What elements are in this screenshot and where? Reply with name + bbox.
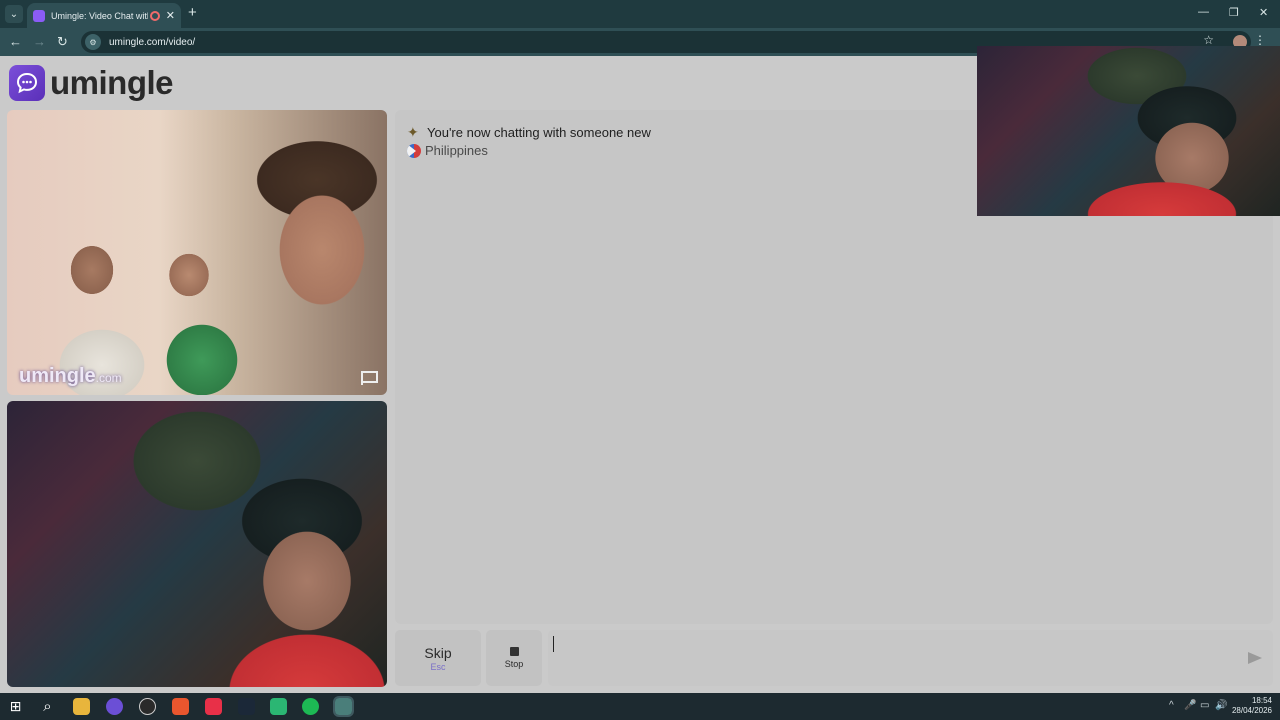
url-text: umingle.com/video/: [109, 36, 196, 48]
chrome-icon[interactable]: [333, 696, 354, 717]
browser-tab[interactable]: Umingle: Video Chat with S ✕: [27, 3, 181, 28]
back-icon[interactable]: ←: [9, 34, 22, 50]
tray-overflow-icon[interactable]: ^: [1169, 700, 1174, 711]
browser-profile-icon[interactable]: [106, 698, 123, 715]
forward-icon[interactable]: →: [33, 34, 46, 50]
spotify-icon[interactable]: [302, 698, 319, 715]
umingle-favicon-icon: [33, 9, 45, 22]
stranger-video: umingle.com: [7, 110, 387, 395]
steam-icon[interactable]: [238, 698, 255, 715]
umingle-watermark: umingle.com: [19, 365, 122, 388]
window-close-icon[interactable]: ✕: [1259, 6, 1268, 19]
sparkle-icon: ✦: [407, 124, 419, 140]
logo-text: umingle: [50, 64, 174, 101]
system-message: ✦ You're now chatting with someone new: [407, 124, 651, 141]
tab-search-icon[interactable]: ⌄: [5, 5, 23, 23]
skip-shortcut: Esc: [430, 661, 446, 672]
chat-bubble-logo-icon: [9, 65, 45, 101]
app-icon[interactable]: [270, 698, 287, 715]
search-icon[interactable]: ⌕: [39, 698, 56, 715]
stop-label: Stop: [504, 659, 524, 669]
message-input[interactable]: [548, 630, 1273, 686]
brave-icon[interactable]: [172, 698, 189, 715]
windows-taskbar: ⊞ ⌕ ^ 🎤 ▭ 🔊 18:54 28/04/2026: [0, 693, 1280, 720]
network-icon[interactable]: ▭: [1200, 700, 1209, 711]
reload-icon[interactable]: ↻: [57, 34, 68, 50]
restore-icon[interactable]: ❐: [1229, 6, 1239, 19]
obs-icon[interactable]: [139, 698, 156, 715]
philippines-flag-icon: [407, 143, 421, 158]
status-message-text: You're now chatting with someone new: [427, 125, 651, 140]
text-cursor: [553, 636, 554, 652]
report-flag-icon[interactable]: [361, 371, 378, 385]
system-clock[interactable]: 18:54 28/04/2026: [1232, 696, 1272, 716]
picture-in-picture-video[interactable]: [977, 46, 1280, 216]
site-logo[interactable]: umingle: [9, 64, 174, 102]
watermark-brand: umingle: [19, 365, 96, 387]
browser-menu-icon[interactable]: ⋮: [1254, 33, 1266, 47]
stranger-country: Philippines: [407, 143, 488, 158]
stop-icon: [509, 647, 519, 656]
file-explorer-icon[interactable]: [73, 698, 90, 715]
skip-button[interactable]: Skip Esc: [395, 630, 481, 686]
recording-indicator-icon: [149, 10, 160, 21]
stop-button[interactable]: Stop: [486, 630, 542, 686]
volume-icon[interactable]: 🔊: [1215, 700, 1227, 711]
clock-time: 18:54: [1251, 696, 1272, 705]
new-tab-button[interactable]: +: [188, 5, 197, 21]
affinity-icon[interactable]: [205, 698, 222, 715]
minimize-icon[interactable]: —: [1198, 6, 1209, 18]
self-camera-video: [7, 401, 387, 687]
browser-tabstrip: ⌄ Umingle: Video Chat with S ✕ + — ❐ ✕: [0, 0, 1280, 28]
watermark-tld: .com: [95, 371, 122, 385]
tab-close-icon[interactable]: ✕: [166, 9, 175, 22]
windows-start-icon[interactable]: ⊞: [7, 698, 24, 715]
clock-date: 28/04/2026: [1231, 706, 1272, 715]
bookmark-star-icon[interactable]: ☆: [1203, 33, 1214, 47]
skip-label: Skip: [424, 644, 452, 661]
country-name: Philippines: [425, 143, 488, 158]
tab-title: Umingle: Video Chat with S: [51, 10, 148, 21]
microphone-icon[interactable]: 🎤: [1184, 700, 1196, 711]
site-info-icon[interactable]: ⚙: [85, 34, 101, 50]
send-icon[interactable]: [1248, 652, 1262, 664]
